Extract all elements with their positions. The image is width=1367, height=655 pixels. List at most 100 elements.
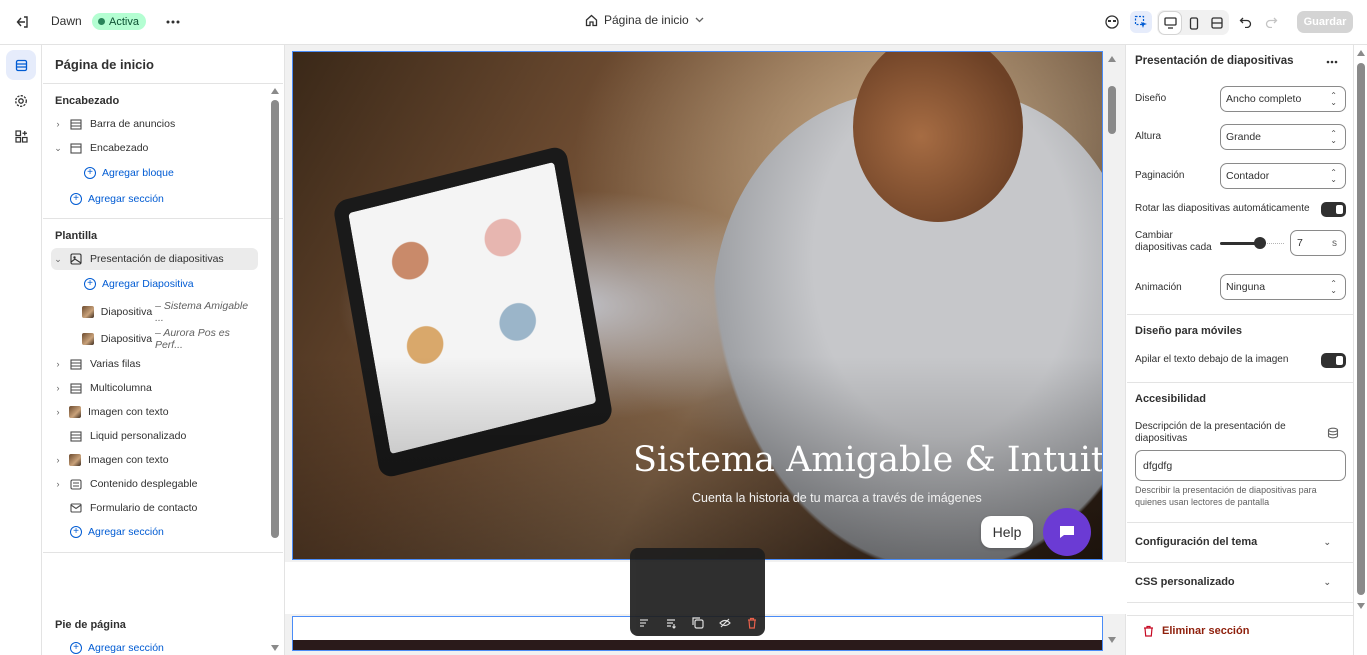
pagination-value: Contador (1226, 170, 1270, 182)
chevron-down-icon[interactable]: ⌄ (51, 143, 65, 154)
sidebar-item-image-with-text-1[interactable]: › Imagen con texto (51, 401, 258, 423)
chevron-right-icon[interactable]: › (51, 455, 65, 465)
sidebar-item-slide-1[interactable]: Diapositiva – Sistema Amigable ... (51, 300, 258, 324)
theme-name: Dawn (51, 14, 82, 28)
stack-toggle[interactable] (1321, 353, 1346, 368)
page-selector[interactable]: Página de inicio (585, 13, 704, 27)
scroll-up-icon[interactable] (1357, 50, 1365, 56)
description-input[interactable]: dfgdfg (1135, 450, 1346, 481)
home-icon (585, 14, 598, 26)
slide-overlay (293, 52, 1102, 559)
add-section-label: Agregar sección (88, 193, 164, 205)
slideshow-slide[interactable]: Sistema Amigable & Intuitivo Cuenta la h… (292, 51, 1103, 560)
plus-circle-icon: + (84, 278, 96, 290)
preview-scrollbar[interactable] (1107, 51, 1117, 651)
trash-icon[interactable] (745, 616, 759, 630)
sidebar-item-collapsible-content[interactable]: › Contenido desplegable (51, 473, 258, 495)
sidebar-item-multirow[interactable]: › Varias filas (51, 353, 258, 375)
more-actions-icon[interactable] (163, 12, 183, 32)
scroll-down-icon[interactable] (1357, 603, 1365, 609)
delete-section-label: Eliminar sección (1162, 625, 1250, 637)
height-label: Altura (1135, 131, 1162, 142)
slide-detail: – Sistema Amigable ... (155, 300, 249, 324)
pagination-select[interactable]: Contador ⌃ ⌄ (1220, 163, 1346, 189)
duplicate-icon[interactable] (691, 616, 705, 630)
theme-settings-icon[interactable] (6, 86, 36, 116)
height-value: Grande (1226, 131, 1262, 143)
settings-scrollbar[interactable] (1353, 45, 1367, 655)
inspector-icon[interactable] (1130, 11, 1152, 33)
chevron-right-icon[interactable]: › (51, 119, 65, 129)
sidebar-item-custom-liquid[interactable]: Liquid personalizado (51, 425, 258, 447)
scroll-thumb[interactable] (1357, 63, 1365, 595)
autorotate-toggle[interactable] (1321, 202, 1346, 217)
divider (1127, 602, 1353, 603)
mobile-view-icon[interactable] (1183, 12, 1205, 34)
chat-icon[interactable] (1043, 508, 1091, 556)
animation-select[interactable]: Ninguna ⌃ ⌄ (1220, 274, 1346, 300)
chevron-right-icon[interactable]: › (51, 407, 65, 417)
sidebar-item-label: Encabezado (90, 142, 149, 154)
change-every-input[interactable]: 7 s (1290, 230, 1346, 256)
scroll-up-icon[interactable] (1108, 56, 1116, 62)
divider (1127, 314, 1353, 315)
redo-icon[interactable] (1260, 11, 1282, 33)
move-up-icon[interactable] (637, 616, 651, 630)
sidebar-item-header[interactable]: ⌄ Encabezado (51, 137, 258, 159)
theme-settings-label: Configuración del tema (1135, 536, 1258, 548)
dynamic-source-icon[interactable] (1327, 427, 1339, 442)
sidebar-item-image-with-text-2[interactable]: › Imagen con texto (51, 449, 258, 471)
theme-settings-collapsible[interactable]: Configuración del tema ⌄ (1127, 522, 1353, 562)
chevron-down-icon[interactable]: ⌄ (51, 254, 65, 265)
slide-label: Diapositiva (100, 306, 153, 318)
help-button[interactable]: Help (981, 516, 1033, 548)
more-actions-icon[interactable] (1323, 53, 1341, 71)
add-block-label: Agregar bloque (102, 167, 174, 179)
scroll-thumb[interactable] (1108, 86, 1116, 134)
status-dot-icon (98, 18, 105, 25)
trash-icon (1144, 625, 1153, 637)
chevron-right-icon[interactable]: › (51, 479, 65, 489)
customer-view-icon[interactable] (1101, 11, 1123, 33)
scroll-up-icon[interactable] (271, 88, 279, 94)
chevron-right-icon[interactable]: › (51, 383, 65, 393)
sidebar-item-multicolumn[interactable]: › Multicolumna (51, 377, 258, 399)
sidebar-scrollbar[interactable] (271, 85, 279, 651)
desktop-view-icon[interactable] (1159, 12, 1181, 34)
slideshow-icon (69, 253, 83, 265)
move-down-icon[interactable] (664, 616, 678, 630)
sidebar-item-announcement-bar[interactable]: › Barra de anuncios (51, 113, 258, 135)
layout-select[interactable]: Ancho completo ⌃ ⌄ (1220, 86, 1346, 112)
sections-icon[interactable] (6, 50, 36, 80)
add-section-template-link[interactable]: + Agregar sección (51, 521, 258, 543)
scroll-down-icon[interactable] (1108, 637, 1116, 643)
change-every-slider-thumb[interactable] (1254, 237, 1266, 249)
sidebar-item-slide-2[interactable]: Diapositiva – Aurora Pos es Perf... (51, 327, 258, 351)
add-block-link[interactable]: + Agregar bloque (51, 162, 258, 184)
custom-css-collapsible[interactable]: CSS personalizado ⌄ (1127, 562, 1353, 602)
hide-icon[interactable] (718, 616, 732, 630)
animation-value: Ninguna (1226, 281, 1266, 293)
scroll-down-icon[interactable] (271, 645, 279, 651)
sidebar-item-contact-form[interactable]: Formulario de contacto (51, 497, 258, 519)
fullscreen-view-icon[interactable] (1206, 12, 1228, 34)
sidebar-item-slideshow[interactable]: ⌄ Presentación de diapositivas (51, 248, 258, 270)
save-button[interactable]: Guardar (1297, 11, 1353, 33)
group-header: Encabezado (55, 95, 120, 107)
apps-icon[interactable] (6, 121, 36, 151)
preview-canvas: Sistema Amigable & Intuitivo Cuenta la h… (284, 45, 1127, 655)
undo-icon[interactable] (1234, 11, 1256, 33)
add-section-footer-link[interactable]: + Agregar sección (51, 637, 258, 655)
divider (43, 552, 283, 553)
select-arrows-icon: ⌃ ⌄ (1330, 91, 1337, 107)
chevron-right-icon[interactable]: › (51, 359, 65, 369)
add-section-header-link[interactable]: + Agregar sección (51, 188, 258, 210)
sidebar-item-label: Contenido desplegable (90, 478, 198, 490)
height-select[interactable]: Grande ⌃ ⌄ (1220, 124, 1346, 150)
section-toolbar (630, 548, 765, 636)
scroll-thumb[interactable] (271, 100, 279, 538)
delete-section-button[interactable]: Eliminar sección (1143, 625, 1249, 637)
add-slide-link[interactable]: + Agregar Diapositiva (51, 273, 258, 295)
exit-icon[interactable] (13, 13, 31, 31)
sidebar-item-label: Liquid personalizado (90, 430, 187, 442)
